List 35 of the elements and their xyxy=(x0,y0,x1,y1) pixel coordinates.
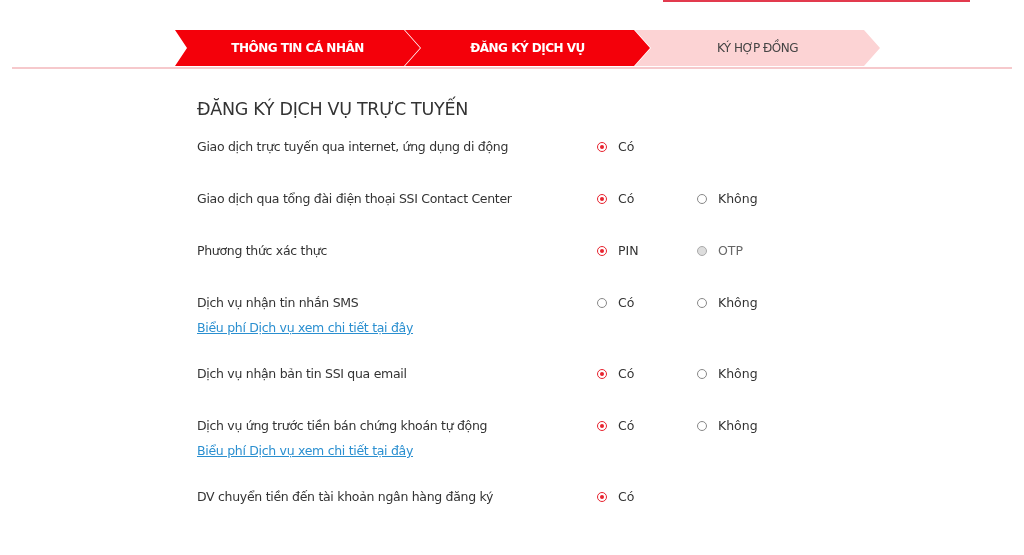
option-label: Có xyxy=(618,139,635,155)
progress-step: THÔNG TIN CÁ NHÂN xyxy=(175,30,420,66)
radio-button[interactable] xyxy=(597,421,607,431)
progress-step: ĐĂNG KÝ DỊCH VỤ xyxy=(405,30,650,66)
radio-button[interactable] xyxy=(597,369,607,379)
option-label: Có xyxy=(618,489,635,505)
fee-link[interactable]: Biểu phí Dịch vụ xem chi tiết tại đây xyxy=(197,320,414,335)
fee-link[interactable]: Biểu phí Dịch vụ xem chi tiết tại đây xyxy=(197,443,414,458)
service-label: Dịch vụ nhận tin nhắn SMS xyxy=(197,295,359,311)
option-label: Không xyxy=(718,418,758,434)
option-label: Có xyxy=(618,191,635,207)
radio-button[interactable] xyxy=(697,421,707,431)
radio-button[interactable] xyxy=(597,492,607,502)
radio-button[interactable] xyxy=(597,142,607,152)
service-label: Phương thức xác thực xyxy=(197,243,327,259)
radio-button[interactable] xyxy=(697,298,707,308)
radio-button[interactable] xyxy=(597,246,607,256)
service-label: DV chuyển tiền đến tài khoản ngân hàng đăng ký xyxy=(197,489,494,505)
option-label: Không xyxy=(718,191,758,207)
option-label: Có xyxy=(618,418,635,434)
service-label: Giao dịch qua tổng đài điện thoại SSI Contact Center xyxy=(197,191,512,207)
service-label: Giao dịch trực tuyến qua internet, ứng dụng di động xyxy=(197,139,509,155)
option-label: Có xyxy=(618,366,635,382)
option-label: Không xyxy=(718,366,758,382)
service-label: Dịch vụ nhận bản tin SSI qua email xyxy=(197,366,407,382)
radio-button[interactable] xyxy=(697,194,707,204)
option-label: Có xyxy=(618,295,635,311)
service-label: Dịch vụ ứng trước tiền bán chứng khoán tự động xyxy=(197,418,488,434)
progress-step: KÝ HỢP ĐỒNG xyxy=(635,30,880,66)
radio-button[interactable] xyxy=(597,298,607,308)
radio-button[interactable] xyxy=(697,369,707,379)
option-label: PIN xyxy=(618,243,639,259)
radio-button[interactable] xyxy=(597,194,607,204)
option-label: Không xyxy=(718,295,758,311)
option-label: OTP xyxy=(718,243,743,259)
